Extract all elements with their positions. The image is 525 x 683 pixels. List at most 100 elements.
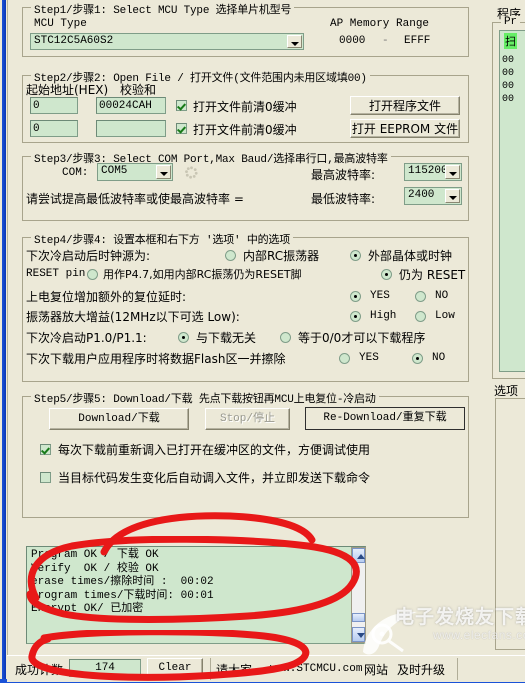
min-baud-combo[interactable]: 2400 xyxy=(404,187,462,205)
clear-buffer-checkbox-2[interactable] xyxy=(176,123,187,134)
step3-groupbox: Step3/步骤3: Select COM Port,Max Baud/选择串行… xyxy=(22,150,469,221)
step4-row-4-radio-0[interactable] xyxy=(178,332,189,343)
step4-row-3-label: 振荡器放大增益(12MHz以下可选 Low): xyxy=(26,310,240,324)
min-baud-label: 最低波特率: xyxy=(311,192,376,206)
chevron-down-icon[interactable] xyxy=(156,165,171,179)
step4-row-3-option-1-label: Low xyxy=(435,310,455,322)
right-panel-caption: Pr xyxy=(501,16,520,28)
ap-range-start: 0000 xyxy=(339,35,366,47)
step4-row-2-radio-0[interactable] xyxy=(350,291,361,302)
ap-memory-range-label: AP Memory Range xyxy=(330,18,430,30)
chevron-down-icon[interactable] xyxy=(445,165,460,179)
checksum-input-2[interactable] xyxy=(96,120,166,137)
log-text: Program OK / 下载 OK Verify OK / 校验 OK erase… xyxy=(31,549,214,617)
start-address-input-2[interactable]: 0 xyxy=(30,120,78,137)
step4-row-0-radio-0[interactable] xyxy=(225,250,236,261)
open-eeprom-file-button[interactable]: 打开 EEPROM 文件 xyxy=(350,119,460,138)
baud-hint-text: 请尝试提高最低波特率或使最高波特率 = xyxy=(26,192,244,206)
download-button[interactable]: Download/下载 xyxy=(49,408,189,430)
clear-buffer-checkbox-1[interactable] xyxy=(176,100,187,111)
hex-row-0: 00 xyxy=(502,55,515,66)
log-output-box[interactable]: Program OK / 下载 OK Verify OK / 校验 OK erase… xyxy=(26,546,366,644)
step4-row-5-option-0-label: YES xyxy=(359,352,379,364)
max-baud-combo[interactable]: 115200 xyxy=(404,163,462,181)
reload-before-download-label: 每次下载前重新调入已打开在缓冲区的文件，方便调试使用 xyxy=(58,443,371,457)
status-bar: 成功计数 174 Clear 请大家 www.STCMCU.com 网站 及时升… xyxy=(7,655,525,682)
step4-row-4-option-0-label: 与下载无关 xyxy=(196,331,257,345)
step4-row-5-option-1-label: NO xyxy=(432,352,446,364)
step4-row-5-radio-0[interactable] xyxy=(339,353,350,364)
step4-row-5-radio-1[interactable] xyxy=(412,353,423,364)
step4-row-5-label: 下次下载用户应用程序时将数据Flash区一并擦除 xyxy=(26,352,286,366)
step4-row-0-option-0-label: 内部RC振荡器 xyxy=(243,249,320,263)
checksum-input-1[interactable]: 00024CAH xyxy=(96,97,166,114)
refresh-dots-icon[interactable] xyxy=(185,166,198,179)
autoload-on-change-label: 当目标代码发生变化后自动调入文件，并立即发送下载命令 xyxy=(58,471,371,485)
stop-button[interactable]: Stop/停止 xyxy=(205,408,290,430)
stc-isp-window: Step1/步骤1: Select MCU Type 选择单片机型号 MCU T… xyxy=(0,0,525,683)
success-count-label: 成功计数 xyxy=(15,663,64,677)
step4-row-4-radio-1[interactable] xyxy=(280,332,291,343)
log-line: Program OK / 下载 OK xyxy=(31,549,159,561)
clear-buffer-label-2: 打开文件前清0缓冲 xyxy=(193,123,297,137)
scroll-up-icon[interactable] xyxy=(352,548,365,563)
right-options-title: 选项 xyxy=(494,384,519,398)
log-line: program times/下载时间: 00:01 xyxy=(31,589,214,602)
hex-row-2: 00 xyxy=(502,81,515,92)
com-port-combo[interactable]: COM5 xyxy=(97,163,173,181)
max-baud-label: 最高波特率: xyxy=(311,168,376,182)
autoload-on-change-checkbox[interactable] xyxy=(40,472,51,483)
mcu-type-combo[interactable]: STC12C5A60S2 xyxy=(30,33,304,50)
step4-row-2-radio-1[interactable] xyxy=(415,291,426,302)
window-left-edge xyxy=(0,0,7,680)
step4-row-1-radio-1[interactable] xyxy=(381,269,392,280)
step4-row-0-radio-1[interactable] xyxy=(350,250,361,261)
log-line: Encrypt OK/ 已加密 xyxy=(31,603,144,615)
step1-caption: Step1/步骤1: Select MCU Type 选择单片机型号 xyxy=(31,1,295,17)
clear-button[interactable]: Clear xyxy=(147,658,203,678)
step4-row-2-option-0-label: YES xyxy=(370,290,390,302)
step4-row-1-radio-0[interactable] xyxy=(87,269,98,280)
step4-row-3-radio-1[interactable] xyxy=(415,311,426,322)
chevron-down-icon[interactable] xyxy=(445,189,460,203)
clear-buffer-label-1: 打开文件前清0缓冲 xyxy=(193,100,297,114)
start-address-input-1[interactable]: 0 xyxy=(30,97,78,114)
checksum-label: 校验和 xyxy=(120,83,157,97)
hex-row-1: 00 xyxy=(502,68,515,79)
open-program-file-button[interactable]: 打开程序文件 xyxy=(350,96,460,115)
step4-row-3-option-0-label: High xyxy=(370,310,397,322)
log-scrollbar[interactable] xyxy=(351,547,366,643)
notice-prefix: 请大家 xyxy=(216,663,253,677)
ap-range-dash: - xyxy=(382,35,389,47)
step4-row-3-radio-0[interactable] xyxy=(350,311,361,322)
com-label: COM: xyxy=(62,167,89,179)
ap-range-end: EFFF xyxy=(404,35,431,47)
start-address-label: 起始地址(HEX) xyxy=(26,83,109,97)
success-count-value: 174 xyxy=(69,659,141,677)
hex-selected-cell[interactable]: 扫 xyxy=(504,33,517,49)
chevron-down-icon[interactable] xyxy=(287,35,302,48)
right-options-groupbox xyxy=(495,398,525,650)
step4-row-1-option-1-label: 仍为 RESET xyxy=(399,268,466,282)
step4-row-4-label: 下次冷启动P1.0/P1.1: xyxy=(26,331,147,345)
step5-caption: Step5/步骤5: Download/下载 先点下载按钮再MCU上电复位-冷启… xyxy=(31,390,379,406)
redownload-button[interactable]: Re-Download/重复下载 xyxy=(305,407,465,430)
step3-caption: Step3/步骤3: Select COM Port,Max Baud/选择串行… xyxy=(31,150,391,166)
notice-tail-2: 及时升级 xyxy=(397,663,446,677)
scroll-down-icon[interactable] xyxy=(352,627,365,642)
reload-before-download-checkbox[interactable] xyxy=(40,444,51,455)
log-line: erase times/擦除时间 : 00:02 xyxy=(31,576,214,588)
step4-row-2-option-1-label: NO xyxy=(435,290,449,302)
site-url[interactable]: www.STCMCU.com xyxy=(270,663,362,675)
scrollbar-thumb[interactable] xyxy=(352,613,365,622)
hex-row-3: 00 xyxy=(502,94,515,105)
step4-row-0-option-1-label: 外部晶体或时钟 xyxy=(368,249,453,263)
step4-row-2-label: 上电复位增加额外的复位延时: xyxy=(26,290,187,304)
notice-tail: 网站 xyxy=(364,663,389,677)
step4-row-1-label: RESET pin xyxy=(26,268,86,280)
step4-row-0-label: 下次冷启动后时钟源为: xyxy=(26,249,151,263)
log-line: Verify OK / 校验 OK xyxy=(31,562,159,575)
mcu-type-label: MCU Type xyxy=(34,18,87,30)
step4-row-1-option-0-label: 用作P4.7,如用内部RC振荡仍为RESET脚 xyxy=(103,268,302,281)
step4-caption: Step4/步骤4: 设置本框和右下方 '选项' 中的选项 xyxy=(31,231,294,247)
